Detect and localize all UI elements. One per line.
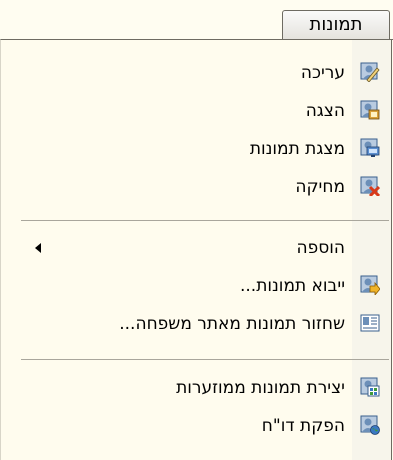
menu-item-label: עריכה: [300, 63, 345, 83]
delete-photo-icon: [360, 176, 381, 198]
view-photo-icon: [360, 100, 380, 120]
photos-dropdown-menu: עריכה הצגה מצגת תמונות מחיקה הוספה ייבוא…: [0, 39, 393, 460]
menu-item-label: הצגה: [305, 101, 345, 121]
menu-item-label: יצירת תמונות ממוזערות: [176, 378, 345, 398]
menu-item-report[interactable]: הפקת דו"ח: [9, 411, 389, 441]
menu-item-slideshow[interactable]: מצגת תמונות: [9, 134, 389, 164]
menu-item-label: הוספה: [296, 238, 346, 258]
menu-item-label: מצגת תמונות: [249, 139, 345, 159]
import-photos-icon: [360, 275, 381, 297]
menu-item-label: הפקת דו"ח: [261, 416, 345, 436]
menu-item-label: מחיקה: [295, 177, 345, 197]
menu-item-add[interactable]: הוספה: [9, 233, 389, 263]
menu-item-delete[interactable]: מחיקה: [9, 172, 389, 202]
restore-photos-icon: [360, 313, 380, 333]
menu-item-label: ייבוא תמונות...: [239, 276, 345, 296]
menu-item-import-photos[interactable]: ייבוא תמונות...: [9, 271, 389, 301]
submenu-arrow-icon: [35, 243, 41, 253]
menu-item-view[interactable]: הצגה: [9, 96, 389, 126]
menu-item-edit[interactable]: עריכה: [9, 58, 389, 88]
menu-bar: תמונות: [0, 0, 393, 40]
menu-item-label: שחזור תמונות מאתר משפחה...: [119, 314, 345, 334]
report-icon: [360, 415, 380, 435]
thumbnails-icon: [360, 377, 380, 397]
menu-separator: [21, 359, 389, 360]
slideshow-icon: [360, 138, 380, 158]
menu-item-create-thumbnails[interactable]: יצירת תמונות ממוזערות: [9, 373, 389, 403]
menu-photos-tab[interactable]: תמונות: [282, 10, 390, 40]
edit-photo-icon: [360, 62, 380, 83]
menu-separator: [21, 220, 389, 221]
menu-item-restore-photos[interactable]: שחזור תמונות מאתר משפחה...: [9, 309, 389, 339]
